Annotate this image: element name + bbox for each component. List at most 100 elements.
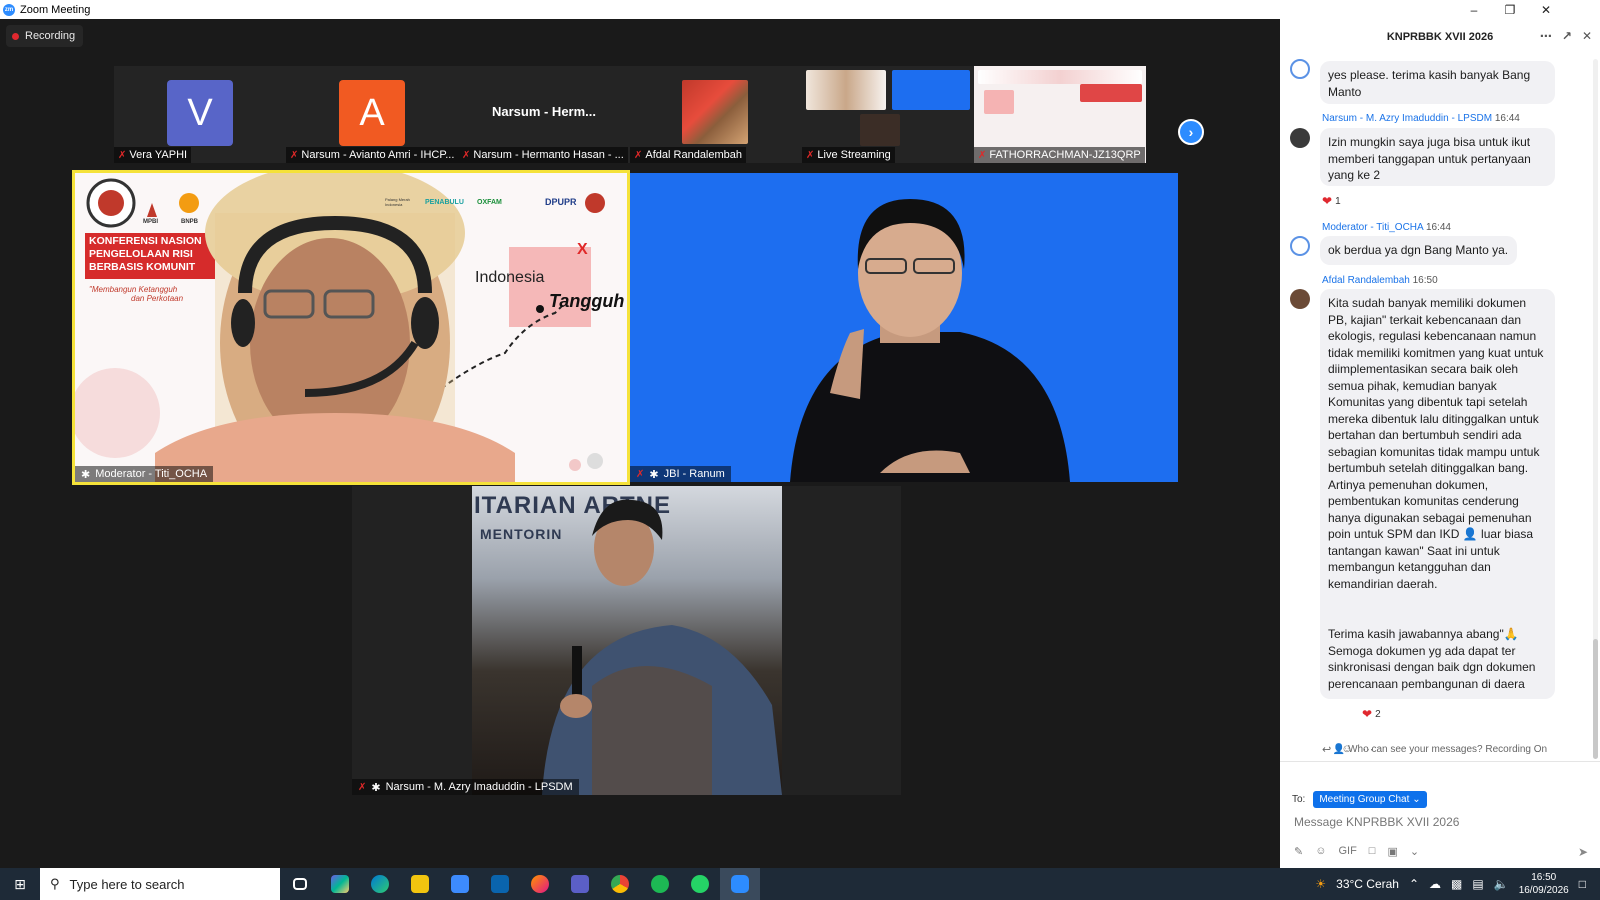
slide-tangguh-text: Tangguh — [549, 291, 625, 311]
participant-name: ✗ Live Streaming — [802, 147, 895, 163]
video-tile-moderator[interactable]: KONFERENSI NASION PENGELOLAAN RISI BERBA… — [72, 170, 630, 485]
edge-icon[interactable] — [360, 868, 400, 900]
person-emoji-icon: 👤 — [1462, 527, 1478, 541]
thumbnail-hermanto[interactable]: Narsum - Herm... ✗ Narsum - Hermanto Hasa… — [458, 66, 630, 163]
zoom-taskbar-icon[interactable] — [720, 868, 760, 900]
message-bubble: yes please. terima kasih banyak Bang Man… — [1320, 61, 1555, 104]
meeting-area: Recording V ✗ Vera YAPHI A ✗ Narsum - Avia… — [0, 19, 1280, 868]
more-options-icon[interactable]: ⋯ — [1540, 29, 1552, 43]
close-icon[interactable]: ✕ — [1528, 0, 1564, 19]
task-view-icon[interactable] — [280, 868, 320, 900]
muted-mic-icon: ✗ — [358, 781, 367, 793]
windows-start-icon[interactable]: ⊞ — [0, 868, 40, 900]
mpbi-logo: MPBI — [143, 219, 158, 225]
chat-panel: KNPRBBK XVII 2026 ⋯ ↗ ✕ yes please. teri… — [1280, 19, 1600, 868]
participant-name-label: ✗ ✱ JBI - Ranum — [630, 466, 731, 482]
avatar: A — [339, 80, 405, 146]
network-icon[interactable]: ▤ — [1472, 877, 1483, 891]
message-bubble: Kita sudah banyak memiliki dokumen PB, k… — [1320, 289, 1555, 699]
restore-icon[interactable]: ❐ — [1492, 0, 1528, 19]
video-tile-narsum[interactable]: ITARIAN ARTNE MENTORIN ✗ ✱ Narsum - M. Azr… — [352, 486, 901, 795]
taskbar-search[interactable]: ⚲ Type here to search — [40, 868, 280, 900]
muted-mic-icon: ✗ — [118, 149, 127, 161]
chat-input-toolbar: ✎ ☺ GIF □ ▣ ⌄ — [1294, 845, 1419, 858]
outlook-icon[interactable] — [480, 868, 520, 900]
un-avatar-icon — [1290, 59, 1310, 79]
slide-preview — [1080, 84, 1142, 102]
chevron-up-icon[interactable]: ⌃ — [1409, 877, 1419, 891]
thumbnail-afdal[interactable]: ✗ Afdal Randalembah — [630, 66, 802, 163]
recording-indicator[interactable]: Recording — [6, 25, 84, 47]
thumbnail-fathorrachman[interactable]: ✗ FATHORRACHMAN-JZ13QRP — [974, 66, 1146, 163]
message-input[interactable]: Message KNPRBBK XVII 2026 — [1294, 815, 1459, 829]
thumbnail-avianto[interactable]: A ✗ Narsum - Avianto Amri - IHCP... — [286, 66, 458, 163]
pin-icon: ✱ — [81, 468, 91, 481]
speaker-figure — [542, 499, 782, 795]
teams-icon[interactable] — [560, 868, 600, 900]
copilot-icon[interactable] — [320, 868, 360, 900]
penabulu-logo: PENABULU — [425, 199, 464, 206]
stream-video — [806, 70, 886, 110]
thumbnail-live-streaming[interactable]: ✗ Live Streaming — [802, 66, 974, 163]
search-placeholder: Type here to search — [69, 876, 185, 892]
notifications-icon[interactable]: □ — [1579, 877, 1586, 891]
participant-name: ✗ FATHORRACHMAN-JZ13QRP — [974, 147, 1145, 163]
volume-icon[interactable]: 🔈 — [1494, 877, 1509, 891]
participant-name: ✗ Narsum - Avianto Amri - IHCP... — [286, 147, 458, 163]
chat-header-tools: ⋯ ↗ ✕ — [1540, 29, 1592, 43]
file-icon[interactable]: □ — [1369, 845, 1376, 858]
slide-title: KONFERENSI NASION PENGELOLAAN RISI BERBA… — [89, 235, 202, 273]
weather-text[interactable]: 33°C Cerah — [1336, 877, 1399, 891]
un-avatar-icon — [1290, 236, 1310, 256]
clock-time: 16:50 — [1531, 872, 1557, 883]
weather-icon[interactable]: ☀ — [1315, 877, 1326, 891]
participant-name-label: ✗ ✱ Narsum - M. Azry Imaduddin - LPSDM — [352, 779, 579, 795]
muted-mic-icon: ✗ — [978, 149, 987, 161]
video-tile-jbi[interactable]: ✗ ✱ JBI - Ranum — [630, 173, 1178, 482]
message-sender[interactable]: Moderator - Titi_OCHA 16:44 — [1322, 222, 1451, 233]
send-icon[interactable]: ➤ — [1578, 845, 1588, 859]
whatsapp-icon[interactable] — [680, 868, 720, 900]
firefox-icon[interactable] — [520, 868, 560, 900]
emoji-icon[interactable]: ☺ — [1315, 845, 1326, 858]
pray-emoji-icon: 🙏 — [1503, 627, 1519, 641]
participant-name: ✗ Vera YAPHI — [114, 147, 192, 163]
system-tray: ☀ 33°C Cerah ⌃ ☁ ▩ ▤ 🔈 16:50 16/09/2026 … — [1315, 868, 1600, 900]
recipient-selector[interactable]: Meeting Group Chat ⌄ — [1313, 791, 1427, 808]
divider — [1280, 761, 1600, 762]
store-icon[interactable] — [440, 868, 480, 900]
pin-icon: ✱ — [649, 468, 659, 481]
slide-indonesia-text: Indonesia — [475, 269, 545, 286]
spotify-icon[interactable] — [640, 868, 680, 900]
message-reaction[interactable]: ❤ 2 — [1362, 707, 1381, 721]
close-icon[interactable]: ✕ — [1582, 29, 1592, 43]
message-sender[interactable]: Afdal Randalembah 16:50 — [1322, 275, 1438, 286]
muted-mic-icon: ✗ — [634, 149, 643, 161]
window-title: Zoom Meeting — [20, 3, 91, 16]
gif-button[interactable]: GIF — [1338, 845, 1356, 858]
muted-mic-icon: ✗ — [290, 149, 299, 161]
sign-interpreter-video — [790, 199, 1070, 482]
zoom-app-icon: zm — [3, 3, 15, 16]
format-text-icon[interactable]: ✎ — [1294, 845, 1303, 858]
cloud-icon[interactable]: ☁ — [1429, 877, 1441, 891]
file-explorer-icon[interactable] — [400, 868, 440, 900]
minimize-icon[interactable]: – — [1456, 0, 1492, 19]
muted-mic-icon: ✗ — [806, 149, 815, 161]
visibility-notice[interactable]: 👤 Who can see your messages? Recording O… — [1280, 744, 1600, 755]
oxfam-logo: OXFAM — [477, 199, 502, 206]
message-sender[interactable]: Narsum - M. Azry Imaduddin - LPSDM 16:44 — [1322, 113, 1520, 124]
clock[interactable]: 16:50 16/09/2026 — [1519, 871, 1569, 897]
screenshot-icon[interactable]: ▣ — [1387, 845, 1397, 858]
message-paragraph: Kita sudah banyak memiliki dokumen PB, k… — [1328, 296, 1544, 591]
chat-scrollbar-thumb[interactable] — [1593, 639, 1598, 759]
monitor-icon[interactable]: ▩ — [1451, 877, 1462, 891]
muted-mic-icon: ✗ — [636, 468, 645, 480]
message-reaction[interactable]: ❤ 1 — [1322, 194, 1341, 208]
chevron-down-icon[interactable]: ⌄ — [1410, 845, 1419, 858]
chrome-icon[interactable] — [600, 868, 640, 900]
next-page-button[interactable]: › — [1178, 119, 1204, 145]
user-avatar — [1290, 128, 1310, 148]
pop-out-icon[interactable]: ↗ — [1562, 29, 1572, 43]
thumbnail-vera[interactable]: V ✗ Vera YAPHI — [114, 66, 286, 163]
